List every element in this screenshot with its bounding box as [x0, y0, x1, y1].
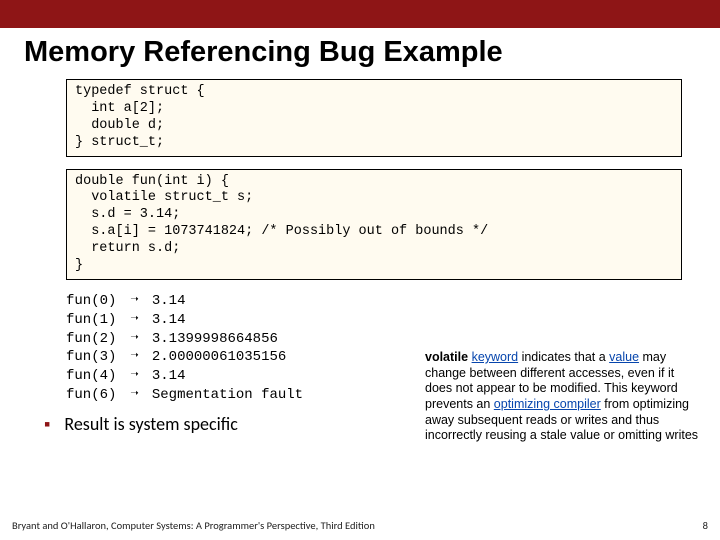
volatile-note: volatile keyword indicates that a value … [425, 350, 700, 444]
value-cell: 2.00000061035156 [152, 348, 303, 367]
bullet-icon: ▪ [44, 414, 50, 435]
arrow-icon: ➝ [130, 311, 137, 330]
note-link-keyword[interactable]: keyword [472, 350, 519, 364]
results-arrow-col: ➝ ➝ ➝ ➝ ➝ ➝ [130, 292, 137, 405]
arrow-icon: ➝ [130, 292, 137, 311]
slide-footer: Bryant and O'Hallaron, Computer Systems:… [12, 519, 708, 532]
note-link-value[interactable]: value [609, 350, 639, 364]
note-text: indicates that a [518, 350, 609, 364]
arrow-icon: ➝ [130, 367, 137, 386]
slide-top-bar [0, 0, 720, 28]
value-cell: 3.14 [152, 367, 303, 386]
call-cell: fun(2) [66, 330, 116, 349]
value-cell: 3.14 [152, 311, 303, 330]
value-cell: Segmentation fault [152, 386, 303, 405]
results-values-col: 3.14 3.14 3.1399998664856 2.000000610351… [152, 292, 303, 405]
results-calls-col: fun(0) fun(1) fun(2) fun(3) fun(4) fun(6… [66, 292, 116, 405]
code-struct: typedef struct { int a[2]; double d; } s… [66, 79, 682, 157]
call-cell: fun(4) [66, 367, 116, 386]
note-link-compiler[interactable]: optimizing compiler [494, 397, 601, 411]
call-cell: fun(0) [66, 292, 116, 311]
call-cell: fun(6) [66, 386, 116, 405]
value-cell: 3.14 [152, 292, 303, 311]
call-cell: fun(3) [66, 348, 116, 367]
bullet-text: Result is system specific [64, 413, 238, 435]
call-cell: fun(1) [66, 311, 116, 330]
code-func: double fun(int i) { volatile struct_t s;… [66, 169, 682, 280]
arrow-icon: ➝ [130, 348, 137, 367]
value-cell: 3.1399998664856 [152, 330, 303, 349]
arrow-icon: ➝ [130, 386, 137, 405]
note-bold: volatile [425, 350, 468, 364]
slide-title: Memory Referencing Bug Example [0, 28, 720, 79]
page-number: 8 [703, 519, 708, 532]
footer-citation: Bryant and O'Hallaron, Computer Systems:… [12, 519, 375, 532]
arrow-icon: ➝ [130, 330, 137, 349]
